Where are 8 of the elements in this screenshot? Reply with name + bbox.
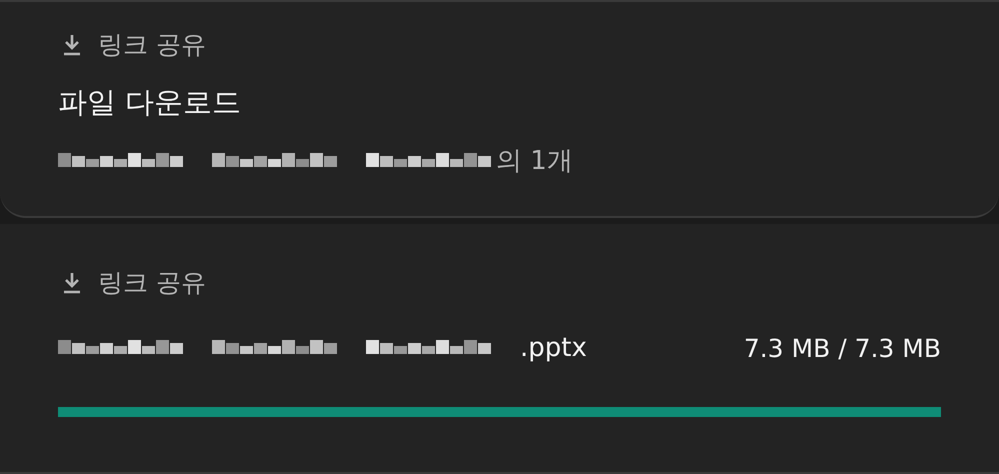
share-link-action[interactable]: 링크 공유 — [98, 28, 206, 61]
file-count: 의 1개 — [496, 145, 573, 178]
notification-title: 파일 다운로드 — [58, 84, 242, 121]
file-extension: .pptx — [520, 333, 587, 363]
download-icon — [62, 32, 82, 56]
share-link-action[interactable]: 링크 공유 — [98, 266, 206, 299]
download-size: 7.3 MB / 7.3 MB — [744, 334, 941, 362]
download-icon — [62, 270, 82, 294]
